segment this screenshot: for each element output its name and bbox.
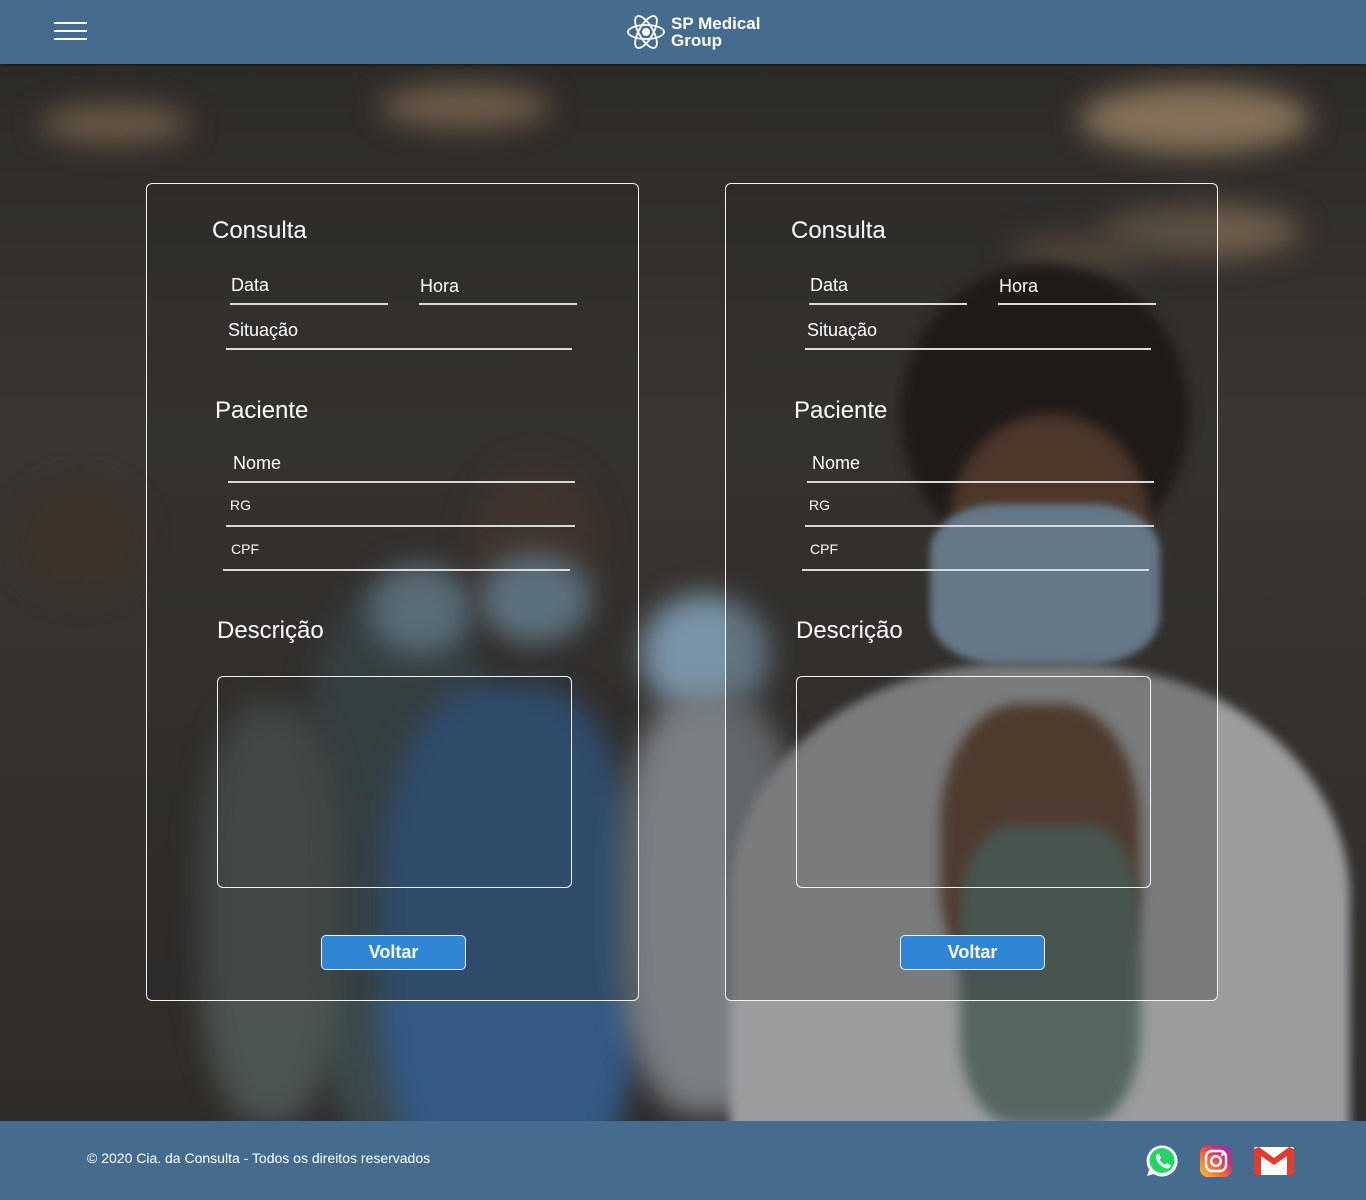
situacao-label: Situação — [807, 320, 878, 340]
consulta-heading: Consulta — [212, 217, 307, 244]
voltar-button[interactable]: Voltar — [900, 935, 1045, 970]
cpf-label: CPF — [810, 541, 838, 557]
data-label: Data — [231, 275, 270, 295]
menu-icon[interactable] — [54, 22, 87, 42]
footer: © 2020 Cia. da Consulta - Todos os direi… — [0, 1121, 1366, 1200]
rg-field[interactable] — [226, 525, 575, 527]
brand-name-line2: Group — [671, 31, 722, 50]
cpf-label: CPF — [231, 541, 259, 557]
situacao-field[interactable] — [805, 348, 1151, 350]
whatsapp-icon[interactable] — [1145, 1144, 1179, 1178]
consulta-heading: Consulta — [791, 217, 886, 244]
descricao-textarea[interactable] — [796, 676, 1151, 888]
copyright-text: © 2020 Cia. da Consulta - Todos os direi… — [87, 1150, 431, 1166]
rg-label: RG — [809, 497, 830, 513]
brand-name-line1: SP Medical — [671, 14, 761, 33]
nome-label: Nome — [812, 453, 861, 473]
nome-field[interactable] — [228, 481, 575, 483]
descricao-textarea[interactable] — [217, 676, 572, 888]
descricao-heading: Descrição — [217, 617, 324, 644]
hora-field[interactable] — [998, 303, 1156, 305]
descricao-heading: Descrição — [796, 617, 903, 644]
hora-label: Hora — [999, 276, 1039, 296]
gmail-icon[interactable] — [1253, 1144, 1295, 1178]
data-label: Data — [810, 275, 849, 295]
nome-field[interactable] — [807, 481, 1154, 483]
consultation-card-1: Consulta Data Hora Situação Paciente Nom… — [146, 183, 639, 1001]
top-navbar: SP Medical Group — [0, 0, 1366, 64]
brand-logo[interactable]: SP Medical Group — [626, 10, 760, 54]
nome-label: Nome — [233, 453, 282, 473]
situacao-field[interactable] — [226, 348, 572, 350]
rg-label: RG — [230, 497, 251, 513]
cpf-field[interactable] — [802, 569, 1149, 571]
voltar-button[interactable]: Voltar — [321, 935, 466, 970]
paciente-heading: Paciente — [215, 397, 309, 424]
hora-label: Hora — [420, 276, 460, 296]
consultation-card-2: Consulta Data Hora Situação Paciente Nom… — [725, 183, 1218, 1001]
atom-logo-icon — [627, 15, 665, 49]
data-field[interactable] — [230, 303, 388, 305]
hora-field[interactable] — [419, 303, 577, 305]
instagram-icon[interactable] — [1199, 1144, 1233, 1178]
rg-field[interactable] — [805, 525, 1154, 527]
situacao-label: Situação — [228, 320, 299, 340]
data-field[interactable] — [809, 303, 967, 305]
cpf-field[interactable] — [223, 569, 570, 571]
paciente-heading: Paciente — [794, 397, 888, 424]
